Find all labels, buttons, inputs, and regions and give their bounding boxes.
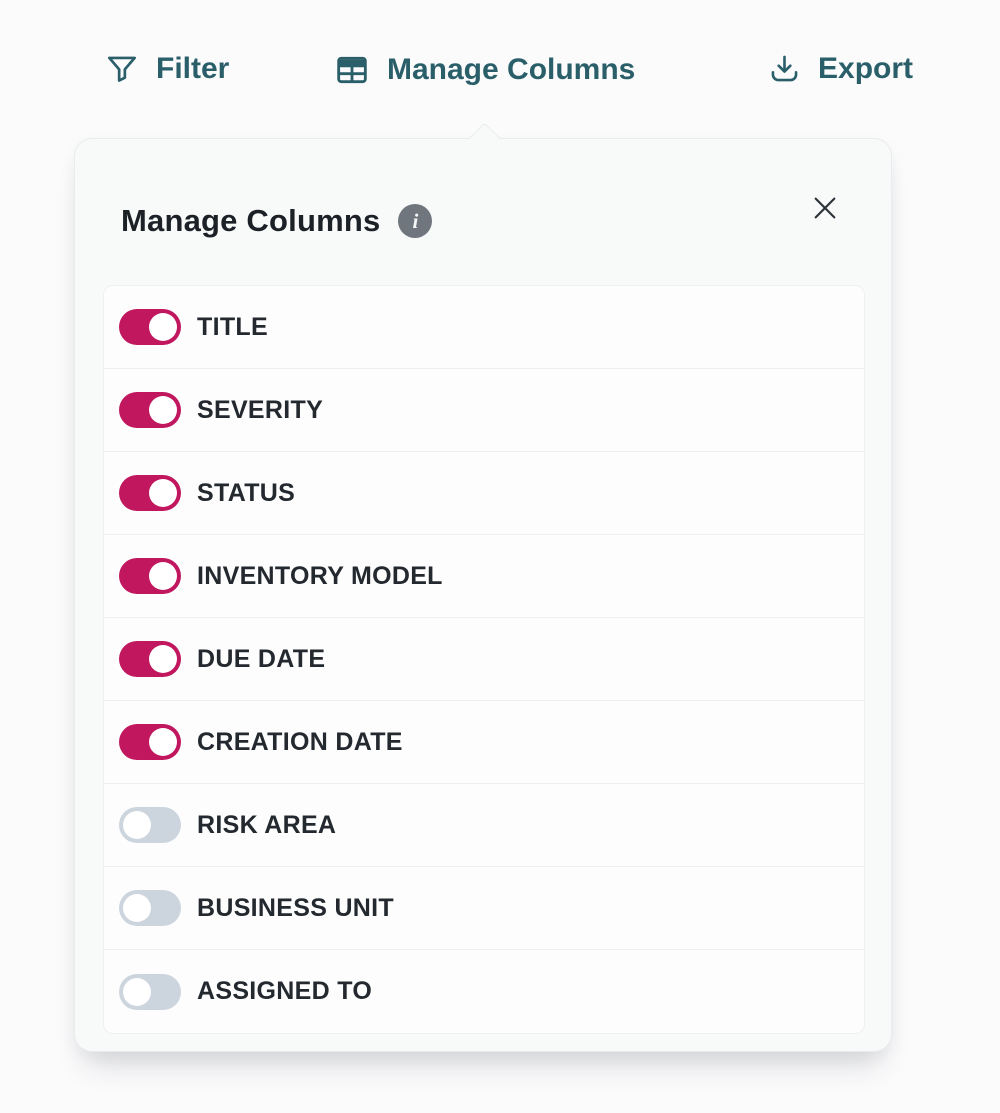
manage-columns-popover: Manage Columns i TITLE SEVERITY STATUS (74, 138, 892, 1052)
column-row: BUSINESS UNIT (104, 867, 864, 950)
manage-columns-button-label: Manage Columns (387, 53, 635, 87)
popover-title: Manage Columns (121, 203, 380, 239)
column-label: INVENTORY MODEL (197, 562, 443, 591)
column-row: SEVERITY (104, 369, 864, 452)
toggle-knob (123, 978, 151, 1006)
table-icon (332, 50, 372, 90)
download-icon (766, 50, 803, 87)
toggle-knob (149, 562, 177, 590)
column-row: DUE DATE (104, 618, 864, 701)
column-row: RISK AREA (104, 784, 864, 867)
info-icon[interactable]: i (398, 204, 432, 238)
column-toggle[interactable] (119, 475, 181, 511)
toggle-knob (149, 396, 177, 424)
column-label: TITLE (197, 313, 268, 342)
close-button[interactable] (803, 187, 847, 231)
column-label: SEVERITY (197, 396, 323, 425)
column-row: CREATION DATE (104, 701, 864, 784)
toggle-knob (149, 479, 177, 507)
filter-icon (103, 50, 141, 88)
column-toggle[interactable] (119, 641, 181, 677)
column-toggle[interactable] (119, 724, 181, 760)
column-toggle[interactable] (119, 807, 181, 843)
toggle-knob (149, 645, 177, 673)
column-toggle[interactable] (119, 974, 181, 1010)
toggle-knob (149, 313, 177, 341)
toggle-knob (123, 894, 151, 922)
export-button[interactable]: Export (766, 50, 913, 87)
popover-header: Manage Columns i (75, 139, 891, 285)
column-label: CREATION DATE (197, 728, 403, 757)
column-label: RISK AREA (197, 811, 336, 840)
toggle-knob (149, 728, 177, 756)
toggle-knob (123, 811, 151, 839)
column-list: TITLE SEVERITY STATUS INVENTORY MODEL DU… (103, 285, 865, 1034)
column-toggle[interactable] (119, 309, 181, 345)
close-icon (809, 192, 841, 227)
column-row: TITLE (104, 286, 864, 369)
column-toggle[interactable] (119, 392, 181, 428)
column-toggle[interactable] (119, 890, 181, 926)
column-row: STATUS (104, 452, 864, 535)
filter-button[interactable]: Filter (103, 50, 229, 88)
column-row: ASSIGNED TO (104, 950, 864, 1033)
column-toggle[interactable] (119, 558, 181, 594)
export-button-label: Export (818, 52, 913, 86)
filter-button-label: Filter (156, 52, 229, 86)
column-label: BUSINESS UNIT (197, 894, 394, 923)
column-label: ASSIGNED TO (197, 977, 372, 1006)
column-label: DUE DATE (197, 645, 325, 674)
column-row: INVENTORY MODEL (104, 535, 864, 618)
column-label: STATUS (197, 479, 295, 508)
manage-columns-button[interactable]: Manage Columns (332, 50, 635, 90)
